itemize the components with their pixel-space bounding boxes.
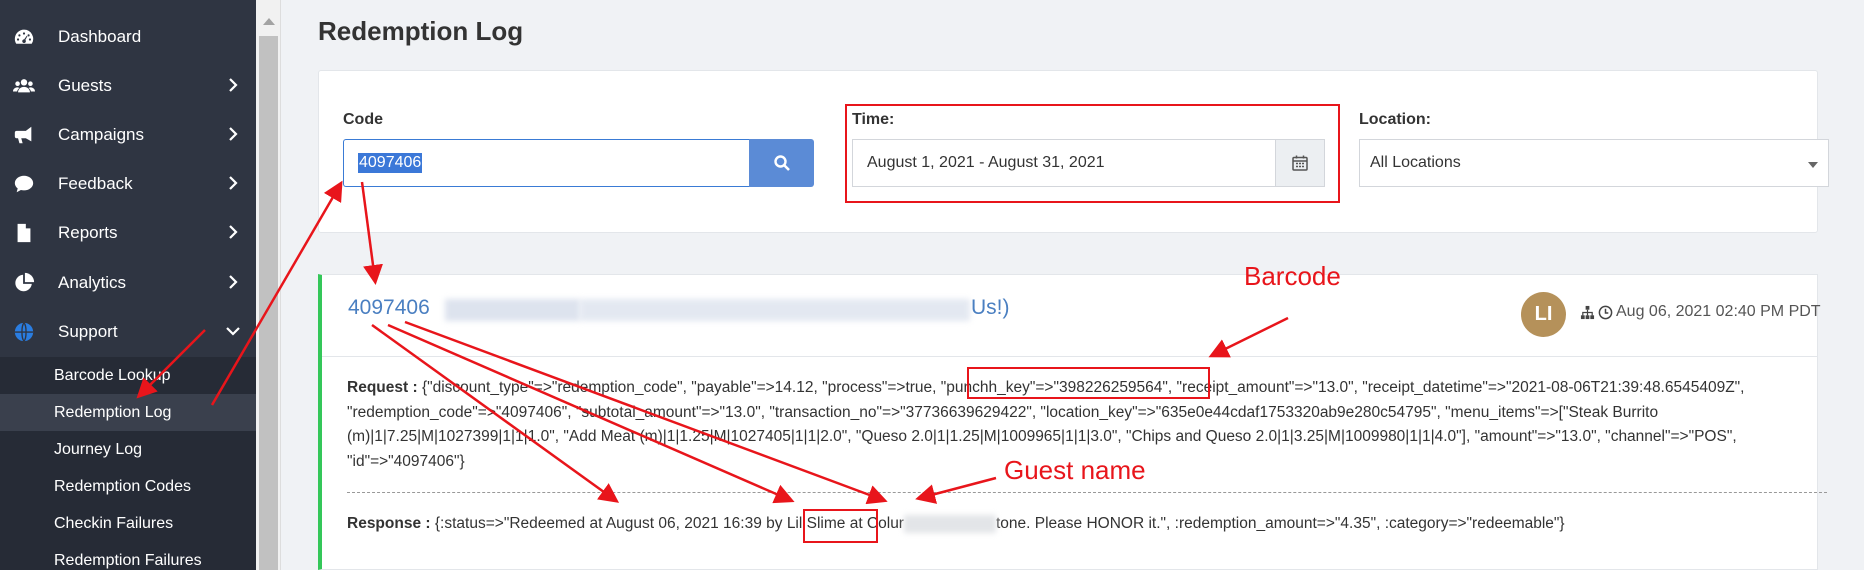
response-label: Response : xyxy=(347,515,431,533)
search-button[interactable] xyxy=(749,139,814,187)
sidebar-item-analytics[interactable]: Analytics xyxy=(0,258,256,307)
sidebar-item-campaigns[interactable]: Campaigns xyxy=(0,110,256,159)
sidebar: Dashboard Guests Campaigns Feedback Repo… xyxy=(0,0,256,570)
scroll-up-icon[interactable] xyxy=(263,18,275,25)
globe-icon xyxy=(12,320,36,344)
response-block: Response : {:status=>"Redeemed at August… xyxy=(347,515,1565,533)
sidebar-item-label: Campaigns xyxy=(58,124,144,144)
sitemap-icon xyxy=(1580,305,1595,319)
response-text-post: tone. Please HONOR it.", :redemption_amo… xyxy=(995,515,1565,533)
avatar[interactable]: LI xyxy=(1521,292,1566,337)
sidebar-item-redemption-failures[interactable]: Redemption Failures xyxy=(0,542,256,570)
annotation-box-time xyxy=(845,104,1340,203)
support-submenu: Barcode Lookup Redemption Log Journey Lo… xyxy=(0,357,256,570)
search-icon xyxy=(773,155,790,171)
chevron-right-icon xyxy=(224,174,242,192)
entry-title-tail: Us!) xyxy=(971,296,1010,319)
entry-timestamp: Aug 06, 2021 02:40 PM PDT xyxy=(1616,303,1821,320)
redacted-text xyxy=(903,515,996,533)
sidebar-scrollbar[interactable] xyxy=(256,0,281,570)
sidebar-item-label: Support xyxy=(58,321,118,341)
entry-code[interactable]: 4097406 xyxy=(348,296,430,320)
sidebar-item-barcode-lookup[interactable]: Barcode Lookup xyxy=(0,357,256,394)
sidebar-item-dashboard[interactable]: Dashboard xyxy=(0,12,256,61)
annotation-label-barcode: Barcode xyxy=(1244,261,1341,291)
page-title: Redemption Log xyxy=(318,16,524,46)
sidebar-item-feedback[interactable]: Feedback xyxy=(0,159,256,208)
sidebar-item-label: Reports xyxy=(58,222,118,242)
sidebar-item-redemption-codes[interactable]: Redemption Codes xyxy=(0,468,256,505)
chevron-right-icon xyxy=(224,125,242,143)
response-text-pre: {:status=>"Redeemed at August 06, 2021 1… xyxy=(434,515,787,533)
clock-icon xyxy=(1598,305,1613,319)
code-label: Code xyxy=(343,111,383,128)
scrollbar-thumb[interactable] xyxy=(259,36,278,570)
annotation-box-barcode xyxy=(967,367,1210,399)
code-input[interactable]: 4097406 xyxy=(343,139,749,187)
sidebar-item-reports[interactable]: Reports xyxy=(0,208,256,257)
sidebar-item-label: Analytics xyxy=(58,272,127,292)
entry-meta: Aug 06, 2021 02:40 PM PDT xyxy=(1580,303,1821,321)
location-select-value: All Locations xyxy=(1370,154,1461,171)
file-icon xyxy=(12,221,36,245)
pie-chart-icon xyxy=(12,271,36,295)
chevron-down-icon xyxy=(224,322,242,340)
location-label: Location: xyxy=(1359,111,1431,128)
code-input-value: 4097406 xyxy=(358,153,423,173)
divider xyxy=(347,492,1827,493)
comment-icon xyxy=(12,172,36,196)
sidebar-item-label: Dashboard xyxy=(58,26,142,46)
sidebar-item-redemption-log[interactable]: Redemption Log xyxy=(0,394,256,431)
annotation-label-guest-name: Guest name xyxy=(1004,455,1146,485)
chevron-right-icon xyxy=(224,223,242,241)
annotation-box-guest-name xyxy=(803,509,878,543)
sidebar-item-label: Feedback xyxy=(58,173,133,193)
dashboard-icon xyxy=(12,25,36,49)
sidebar-item-support[interactable]: Support xyxy=(0,307,256,356)
sidebar-item-guests[interactable]: Guests xyxy=(0,61,256,110)
request-label: Request : xyxy=(347,379,418,396)
redacted-text xyxy=(445,299,580,321)
chevron-right-icon xyxy=(224,273,242,291)
redacted-text xyxy=(580,299,970,321)
sidebar-item-checkin-failures[interactable]: Checkin Failures xyxy=(0,505,256,542)
caret-down-icon xyxy=(1808,162,1818,168)
sidebar-item-label: Guests xyxy=(58,75,112,95)
bullhorn-icon xyxy=(12,123,36,147)
location-select[interactable]: All Locations xyxy=(1359,139,1829,187)
chevron-right-icon xyxy=(224,76,242,94)
sidebar-item-journey-log[interactable]: Journey Log xyxy=(0,431,256,468)
users-icon xyxy=(12,74,36,98)
